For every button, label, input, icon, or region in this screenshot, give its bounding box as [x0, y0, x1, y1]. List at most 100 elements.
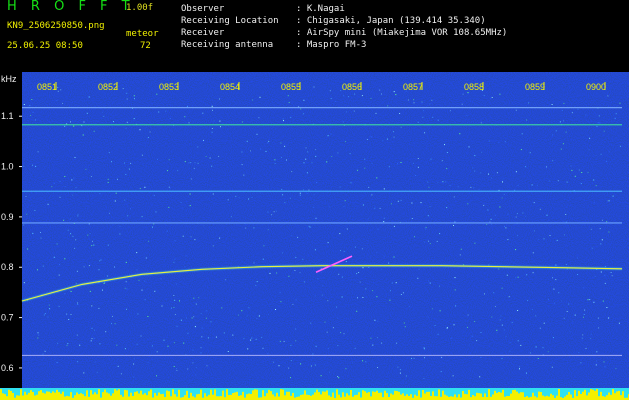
noise-speckle [93, 338, 95, 340]
noise-speckle [120, 373, 122, 375]
intensity-bar [138, 393, 140, 400]
noise-speckle [474, 351, 476, 353]
intensity-bar [178, 389, 180, 400]
noise-speckle [205, 317, 207, 319]
intensity-bar [492, 394, 494, 400]
antenna-label: Receiving antenna [181, 40, 274, 50]
noise-speckle [560, 148, 562, 150]
intensity-bar [264, 396, 266, 400]
noise-speckle [151, 345, 153, 347]
noise-speckle [600, 153, 602, 155]
noise-speckle [206, 310, 208, 312]
noise-speckle [307, 151, 309, 153]
noise-speckle [538, 239, 540, 240]
noise-speckle [289, 197, 291, 199]
intensity-bar [128, 396, 130, 400]
intensity-bar [96, 394, 98, 400]
noise-speckle [507, 239, 509, 241]
noise-speckle [345, 261, 347, 263]
noise-speckle [230, 216, 232, 218]
intensity-bar [26, 394, 28, 400]
intensity-bar [380, 392, 382, 400]
y-tick-label: 1.1 [1, 111, 14, 121]
noise-speckle [490, 98, 492, 100]
noise-speckle [411, 218, 413, 219]
intensity-bar [60, 393, 62, 400]
noise-speckle [490, 218, 492, 220]
intensity-bar [298, 396, 300, 400]
noise-speckle [393, 225, 395, 227]
noise-speckle [88, 96, 90, 98]
noise-speckle [25, 196, 27, 197]
noise-speckle [193, 297, 195, 299]
noise-speckle [343, 95, 345, 97]
noise-speckle [267, 211, 269, 213]
noise-speckle [201, 112, 203, 114]
noise-speckle [386, 138, 388, 140]
noise-speckle [187, 368, 189, 370]
noise-speckle [331, 156, 333, 157]
noise-speckle [136, 252, 138, 254]
intensity-bar [70, 392, 72, 400]
noise-speckle [383, 188, 385, 190]
noise-speckle [356, 310, 358, 312]
noise-speckle [370, 97, 372, 99]
intensity-bar [276, 392, 278, 400]
noise-speckle [343, 250, 345, 252]
noise-speckle [64, 258, 66, 260]
intensity-bar [132, 396, 134, 400]
intensity-bar [424, 393, 426, 400]
noise-speckle [321, 271, 323, 273]
noise-speckle [299, 194, 301, 196]
noise-speckle [174, 240, 176, 242]
noise-speckle [252, 99, 253, 101]
noise-speckle [357, 297, 358, 299]
noise-speckle [594, 275, 596, 277]
noise-speckle [608, 317, 610, 319]
noise-speckle [67, 229, 69, 231]
noise-speckle [161, 305, 163, 307]
noise-speckle [501, 197, 503, 199]
intensity-bar [270, 391, 272, 400]
noise-speckle [341, 296, 343, 298]
noise-speckle [574, 314, 576, 316]
noise-speckle [359, 281, 361, 283]
noise-speckle [368, 186, 370, 188]
intensity-bar [76, 392, 78, 400]
noise-speckle [399, 113, 401, 114]
noise-speckle [329, 90, 331, 92]
noise-speckle [185, 317, 187, 319]
noise-speckle [349, 153, 351, 155]
noise-speckle [284, 145, 286, 147]
noise-speckle [67, 343, 69, 345]
noise-speckle [529, 352, 531, 354]
noise-speckle [445, 181, 447, 183]
noise-speckle [243, 174, 245, 176]
noise-speckle [543, 322, 545, 324]
intensity-bar [518, 393, 520, 400]
intensity-bar [370, 396, 372, 400]
noise-speckle [466, 115, 468, 116]
intensity-bar [10, 390, 12, 400]
version-label: 1.00f [126, 3, 154, 13]
intensity-bar [378, 392, 380, 400]
intensity-bar [112, 393, 114, 400]
noise-speckle [40, 232, 41, 233]
noise-speckle [141, 216, 143, 218]
noise-speckle [460, 248, 462, 250]
noise-speckle [201, 327, 203, 329]
noise-speckle [599, 122, 601, 124]
noise-speckle [75, 239, 77, 241]
noise-speckle [601, 219, 603, 221]
noise-speckle [589, 137, 591, 139]
intensity-bar [292, 392, 294, 400]
noise-speckle [281, 252, 283, 254]
noise-speckle [124, 348, 126, 350]
intensity-bar [52, 391, 54, 400]
noise-speckle [191, 317, 193, 319]
noise-speckle [364, 167, 366, 169]
noise-speckle [603, 361, 605, 363]
spectrogram-svg: kHz 1.1 1.0 0.9 0.8 0.7 0.6 0851 0852 0853 0854 08… [0, 72, 629, 400]
noise-speckle [564, 234, 565, 236]
noise-speckle [504, 141, 506, 143]
